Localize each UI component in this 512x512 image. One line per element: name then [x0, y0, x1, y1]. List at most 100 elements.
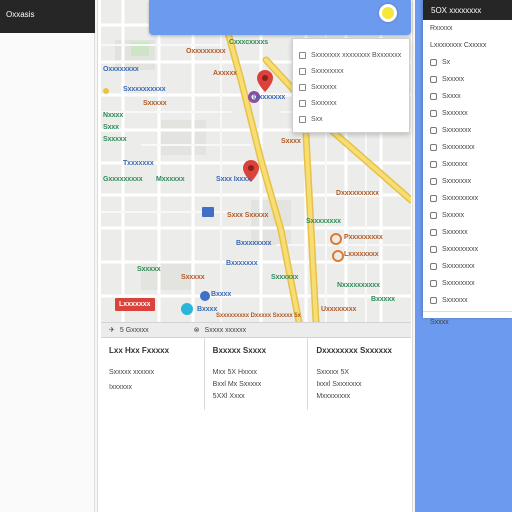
location-dot-icon[interactable]: [379, 4, 397, 22]
map-label: Uxxxxxxxx: [321, 306, 357, 313]
info-heading: Lxx Hxx Fxxxxx: [109, 346, 170, 355]
map-label: Sxxx: [103, 124, 119, 131]
map-label: Cxxxcxxxxs: [229, 39, 269, 46]
map-label: Pxxxxxxxxx: [344, 234, 383, 241]
map-label: Sxxx Ixxxx: [216, 176, 251, 183]
info-column: Dxxxxxxxx Sxxxxxx Sxxxxx 5X Ixxxl Sxxxxx…: [308, 338, 411, 410]
item-icon: [430, 280, 437, 287]
right-panel-item[interactable]: Sxxxxxxxx: [423, 258, 512, 275]
checkbox-icon: [299, 67, 306, 75]
info-column: Lxx Hxx Fxxxxx Sxxxxx xxxxxx Ixxxxxx: [101, 338, 205, 410]
item-icon: [430, 110, 437, 117]
right-panel-item[interactable]: Lxxxxxxxx Cxxxxx: [423, 37, 512, 54]
checkbox-icon: [299, 83, 306, 91]
item-icon: [430, 297, 437, 304]
info-line: 5XXl Xxxx: [212, 393, 245, 400]
checkbox-icon: [299, 99, 306, 107]
right-panel-item[interactable]: Sxxxxxxxx: [423, 139, 512, 156]
info-line: Sxxxxx 5X: [316, 369, 350, 376]
map-label: Mxxxxxx: [156, 176, 185, 183]
right-panel-footer[interactable]: Sxxxx: [423, 314, 512, 331]
map-label: Bxxxx: [211, 291, 232, 298]
info-column: Bxxxxx Sxxxx Mxx 5X Hxxxx Bxxl Mx Sxxxxx…: [205, 338, 309, 410]
dropdown-item[interactable]: Sxxxxxxxx: [293, 63, 409, 79]
right-panel-item[interactable]: Sx: [423, 54, 512, 71]
map-label: Sxxx Sxxxxx: [227, 212, 269, 219]
item-icon: [430, 212, 437, 219]
item-icon: [430, 161, 437, 168]
item-icon: [430, 76, 437, 83]
top-blue-band: [149, 0, 411, 35]
item-icon: [430, 229, 437, 236]
right-panel-item[interactable]: Sxxxx: [423, 88, 512, 105]
right-panel-item[interactable]: Sxxxxxx: [423, 156, 512, 173]
map-label: Ixxxxxxxx: [253, 94, 286, 101]
map-label: Sxxxxxx: [271, 274, 299, 281]
info-line: Sxxxxx xxxxxx: [109, 369, 155, 376]
map-label: Bxxxxxxxx: [236, 240, 272, 247]
item-icon: [430, 246, 437, 253]
close-icon[interactable]: ⊗: [194, 326, 200, 334]
item-icon: [430, 263, 437, 270]
map-label: Txxxxxxx: [123, 160, 154, 167]
item-icon: [430, 93, 437, 100]
dropdown-item[interactable]: Sxxxxxx: [293, 95, 409, 111]
right-panel-title: 5OX xxxxxxxx: [431, 6, 482, 15]
map-label: Lxxxxxxxx: [344, 251, 379, 258]
divider: [423, 311, 512, 312]
info-line: Ixxxxxx: [109, 384, 132, 391]
map-label: Nxxxx: [103, 112, 124, 119]
item-icon: [430, 195, 437, 202]
info-line: Mxxxxxxxx: [316, 393, 351, 400]
right-panel-item[interactable]: Sxxxxx: [423, 207, 512, 224]
map-label: Sxxxxxxxx: [306, 218, 341, 225]
map-label: Bxxxxxxx: [226, 260, 258, 267]
map-label: Axxxxx: [213, 70, 237, 77]
map-label: Sxxxxx: [143, 100, 167, 107]
filter-dropdown: Sxxxxxxx xxxxxxxx Bxxxxxxx Sxxxxxxxx Sxx…: [292, 38, 410, 133]
left-panel: [0, 33, 95, 512]
map-label: Oxxxxxxxx: [103, 66, 139, 73]
right-panel-item[interactable]: Sxxxxxxx: [423, 173, 512, 190]
checkbox-icon: [299, 51, 306, 59]
left-panel-title: Oxxasis: [6, 10, 35, 19]
map-label: Sxxxxx: [103, 136, 127, 143]
checkbox-icon: [299, 115, 306, 123]
info-line: Mxx 5X Hxxxx: [212, 369, 258, 376]
left-panel-header: Oxxasis: [0, 0, 95, 33]
info-heading: Dxxxxxxxx Sxxxxxx: [316, 346, 392, 355]
right-panel-item[interactable]: Sxxxxxxxx: [423, 275, 512, 292]
right-panel-item[interactable]: Rxxxxx: [423, 20, 512, 37]
dropdown-item[interactable]: Sxxxxxxx xxxxxxxx Bxxxxxxx: [293, 47, 409, 63]
strip-left-label: 5 Gxxxxx: [119, 326, 149, 334]
dropdown-item[interactable]: Sxx: [293, 111, 409, 127]
right-panel-header: 5OX xxxxxxxx: [423, 0, 512, 20]
right-side-panel: 5OX xxxxxxxx Rxxxxx Lxxxxxxxx Cxxxxx Sx …: [423, 0, 512, 326]
info-line: Ixxxl Sxxxxxxx: [316, 381, 362, 388]
map-red-badge[interactable]: Lxxxxxxx: [115, 298, 155, 311]
map-label: Sxxxxx: [181, 274, 205, 281]
map-label: Nxxxxxxxxxx: [337, 282, 380, 289]
right-panel-item[interactable]: Sxxxxx: [423, 71, 512, 88]
info-panel: Lxx Hxx Fxxxxx Sxxxxx xxxxxx Ixxxxxx Bxx…: [101, 338, 411, 410]
results-strip: ✈ 5 Gxxxxx ⊗ Sxxxx xxxxxx: [101, 322, 411, 338]
item-icon: [430, 144, 437, 151]
right-panel-item[interactable]: Sxxxxxx: [423, 105, 512, 122]
map-label: Sxxxxx: [137, 266, 161, 273]
info-heading: Bxxxxx Sxxxx: [212, 346, 267, 355]
directions-icon[interactable]: ✈: [109, 326, 115, 334]
map-label: Sxxxxxxxxxx: [123, 86, 166, 93]
map-label: Dxxxxxxxxxx: [336, 190, 379, 197]
right-panel-item[interactable]: Sxxxxxxxxx: [423, 190, 512, 207]
item-icon: [430, 127, 437, 134]
map-label: Sxxxxxxxxx Dxxxxx Sxxxxx 5x: [216, 313, 301, 319]
map-label: Bxxxxx: [371, 296, 395, 303]
right-panel-item[interactable]: Sxxxxxx: [423, 292, 512, 309]
dropdown-item[interactable]: Sxxxxxx: [293, 79, 409, 95]
item-icon: [430, 178, 437, 185]
right-panel-item[interactable]: Sxxxxxx: [423, 224, 512, 241]
item-icon: [430, 59, 437, 66]
right-panel-item[interactable]: Sxxxxxxxxx: [423, 241, 512, 258]
right-panel-item[interactable]: Sxxxxxxx: [423, 122, 512, 139]
map-label: Bxxxx: [197, 306, 218, 313]
